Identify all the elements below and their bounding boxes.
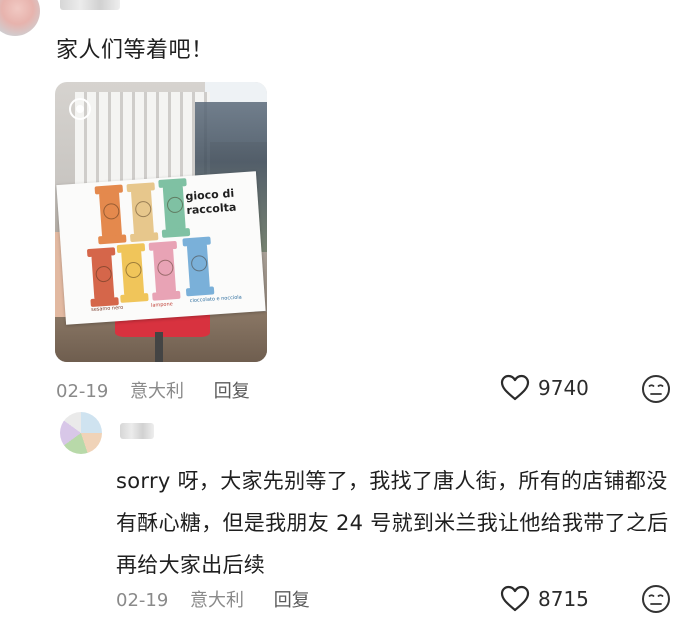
- comment-photo[interactable]: gioco di raccolta sesamo nero lampone ci…: [55, 82, 267, 362]
- comment-date: 02-19: [56, 381, 109, 402]
- replier-avatar[interactable]: [60, 412, 102, 454]
- heart-outline-icon: [500, 374, 530, 401]
- candy-sheet: gioco di raccolta sesamo nero lampone ci…: [56, 171, 266, 325]
- candy-caption: cioccolato e nocciola: [189, 294, 242, 305]
- like-count: 9740: [538, 375, 589, 400]
- candy-wrapper: [186, 242, 210, 291]
- meh-face-icon[interactable]: [641, 374, 671, 404]
- reply-button[interactable]: 回复: [214, 381, 250, 402]
- heart-outline-icon: [500, 585, 530, 612]
- replier-name-blurred[interactable]: [120, 423, 154, 439]
- photo-chair-base: [155, 332, 163, 362]
- candy-wrapper: [153, 247, 177, 295]
- candy-wrapper: [121, 249, 145, 297]
- reply-location: 意大利: [190, 590, 245, 611]
- commenter-name-blurred[interactable]: [60, 0, 120, 10]
- reply-date: 02-19: [116, 590, 169, 611]
- candy-caption: lampone: [150, 301, 173, 309]
- candy-wrapper: [98, 190, 123, 239]
- reply-text: sorry 呀，大家先别等了，我找了唐人街，所有的店铺都没有酥心糖，但是我朋友 …: [116, 469, 669, 577]
- sheet-title: gioco di raccolta: [185, 185, 257, 218]
- commenter-avatar[interactable]: [0, 0, 40, 36]
- meh-face-icon[interactable]: [641, 584, 671, 614]
- candy-wrapper: [130, 188, 155, 236]
- comment-location: 意大利: [130, 381, 185, 402]
- comment-meta: 02-19 意大利 回复: [56, 377, 250, 403]
- candy-caption: sesamo nero: [90, 304, 124, 314]
- live-photo-icon: [69, 98, 91, 120]
- like-button[interactable]: 8715: [500, 585, 589, 612]
- comment-text: 家人们等着吧！: [56, 38, 214, 63]
- reply-meta: 02-19 意大利 回复: [116, 586, 310, 612]
- candy-wrapper: [162, 184, 186, 232]
- candy-wrapper: [91, 253, 115, 301]
- like-count: 8715: [538, 586, 589, 611]
- like-button[interactable]: 9740: [500, 374, 589, 401]
- reply-button[interactable]: 回复: [274, 590, 310, 611]
